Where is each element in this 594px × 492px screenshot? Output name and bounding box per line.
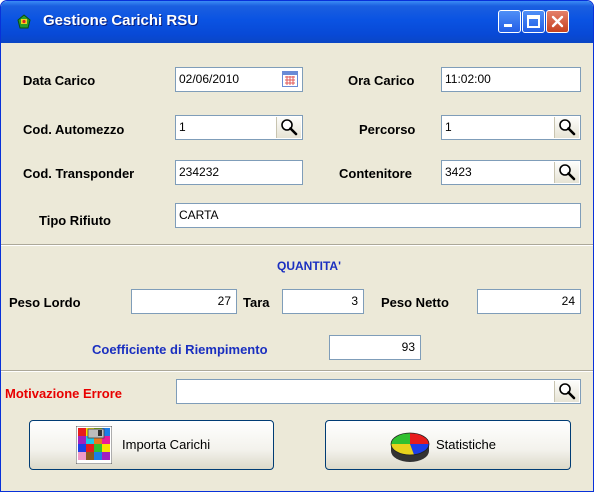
magnifier-icon — [559, 119, 576, 136]
tipo-rifiuto-field[interactable]: CARTA — [175, 203, 581, 228]
section-divider — [1, 370, 593, 372]
maximize-button[interactable] — [522, 10, 545, 33]
close-button[interactable] — [546, 10, 569, 33]
tara-field[interactable]: 3 — [282, 289, 364, 314]
motivazione-errore-label: Motivazione Errore — [5, 386, 123, 401]
cod-transponder-field[interactable]: 234232 — [175, 160, 303, 185]
percorso-field[interactable]: 1 — [441, 115, 581, 140]
peso-netto-field[interactable]: 24 — [477, 289, 581, 314]
tipo-rifiuto-label: Tipo Rifiuto — [39, 213, 111, 228]
percorso-lookup-button[interactable] — [554, 117, 579, 138]
peso-netto-value: 24 — [561, 294, 575, 308]
calendar-icon[interactable] — [282, 71, 298, 87]
contenitore-field[interactable]: 3423 — [441, 160, 581, 185]
import-icon — [76, 426, 112, 464]
cod-automezzo-label: Cod. Automezzo — [23, 122, 125, 137]
pie-chart-icon — [390, 432, 430, 462]
tara-value: 3 — [351, 294, 358, 308]
form-content: Data Carico 02/06/2010 Ora Carico 11:02:… — [1, 43, 593, 491]
section-divider — [1, 244, 593, 246]
contenitore-value: 3423 — [445, 165, 472, 179]
tipo-rifiuto-value: CARTA — [179, 208, 219, 222]
title-bar[interactable]: Gestione Carichi RSU — [1, 1, 593, 43]
minimize-button[interactable] — [498, 10, 521, 33]
data-carico-value: 02/06/2010 — [179, 72, 240, 86]
tara-label: Tara — [243, 295, 270, 310]
peso-netto-label: Peso Netto — [381, 295, 449, 310]
contenitore-label: Contenitore — [339, 166, 412, 181]
coefficiente-field[interactable]: 93 — [329, 335, 421, 360]
cod-transponder-value: 234232 — [179, 165, 220, 179]
peso-lordo-value: 27 — [217, 294, 231, 308]
contenitore-lookup-button[interactable] — [554, 162, 579, 183]
coefficiente-value: 93 — [401, 340, 415, 354]
magnifier-icon — [281, 119, 298, 136]
statistiche-label: Statistiche — [436, 437, 496, 452]
magnifier-icon — [559, 383, 576, 400]
peso-lordo-field[interactable]: 27 — [131, 289, 237, 314]
cod-transponder-label: Cod. Transponder — [23, 166, 135, 181]
minimize-icon — [504, 24, 512, 27]
app-icon — [15, 13, 33, 31]
percorso-value: 1 — [445, 120, 452, 134]
importa-carichi-label: Importa Carichi — [122, 437, 211, 452]
ora-carico-label: Ora Carico — [348, 73, 415, 88]
motivazione-errore-lookup-button[interactable] — [554, 381, 579, 402]
ora-carico-value: 11:02:00 — [445, 72, 491, 86]
importa-carichi-button[interactable]: Importa Carichi — [29, 420, 274, 470]
magnifier-icon — [559, 164, 576, 181]
maximize-icon — [527, 15, 540, 28]
percorso-label: Percorso — [359, 122, 416, 137]
quantita-heading: QUANTITA' — [277, 259, 341, 273]
coefficiente-label: Coefficiente di Riempimento — [92, 342, 268, 357]
cod-automezzo-value: 1 — [179, 120, 186, 134]
close-icon — [551, 15, 564, 28]
data-carico-field[interactable]: 02/06/2010 — [175, 67, 303, 92]
data-carico-label: Data Carico — [23, 73, 96, 88]
window-title: Gestione Carichi RSU — [43, 12, 199, 29]
cod-automezzo-lookup-button[interactable] — [276, 117, 301, 138]
motivazione-errore-field[interactable] — [176, 379, 581, 404]
main-window: Gestione Carichi RSU Data Carico 02/06/2… — [0, 0, 594, 492]
statistiche-button[interactable]: Statistiche — [325, 420, 571, 470]
cod-automezzo-field[interactable]: 1 — [175, 115, 303, 140]
ora-carico-field[interactable]: 11:02:00 — [441, 67, 581, 92]
peso-lordo-label: Peso Lordo — [9, 295, 81, 310]
